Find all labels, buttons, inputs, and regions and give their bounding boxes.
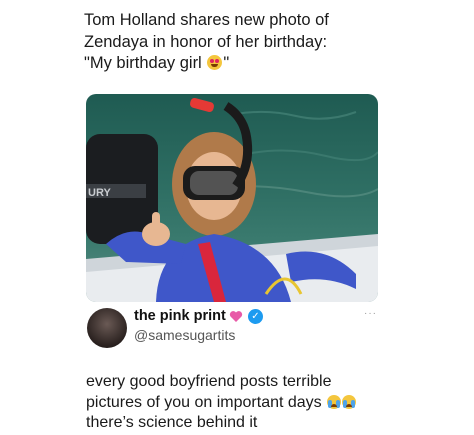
headline-line-2: Zendaya in honor of her birthday: [84, 32, 328, 51]
tweet-line-1: every good boyfriend posts terrible [86, 373, 332, 390]
author-handle[interactable]: @samesugartits [134, 327, 235, 343]
pink-heart-icon [229, 311, 243, 322]
more-options-icon[interactable]: ··· [364, 308, 377, 319]
engine-brand-text: URY [88, 187, 111, 199]
heart-eyes-emoji-icon [207, 55, 223, 70]
headline-line-1: Tom Holland shares new photo of [84, 11, 329, 29]
avatar[interactable] [87, 308, 127, 348]
tweet-line-3: there’s science behind it [86, 414, 258, 431]
author-row[interactable]: the pink print ✓ @samesugartits ··· [86, 306, 378, 350]
snorkel-photo-illustration: URY [86, 97, 378, 302]
crying-emoji-icon [342, 394, 357, 409]
tweet-photo[interactable]: URY [86, 94, 378, 302]
tweet-text: every good boyfriend posts terrible pict… [86, 372, 386, 434]
verified-icon: ✓ [248, 309, 263, 324]
headline: Tom Holland shares new photo of Zendaya … [84, 10, 404, 75]
crying-emoji-icon [327, 394, 342, 409]
author-name[interactable]: the pink print [134, 308, 226, 324]
headline-line-3: "My birthday girl " [84, 54, 230, 72]
tweet-line-2: pictures of you on important days [86, 393, 386, 414]
